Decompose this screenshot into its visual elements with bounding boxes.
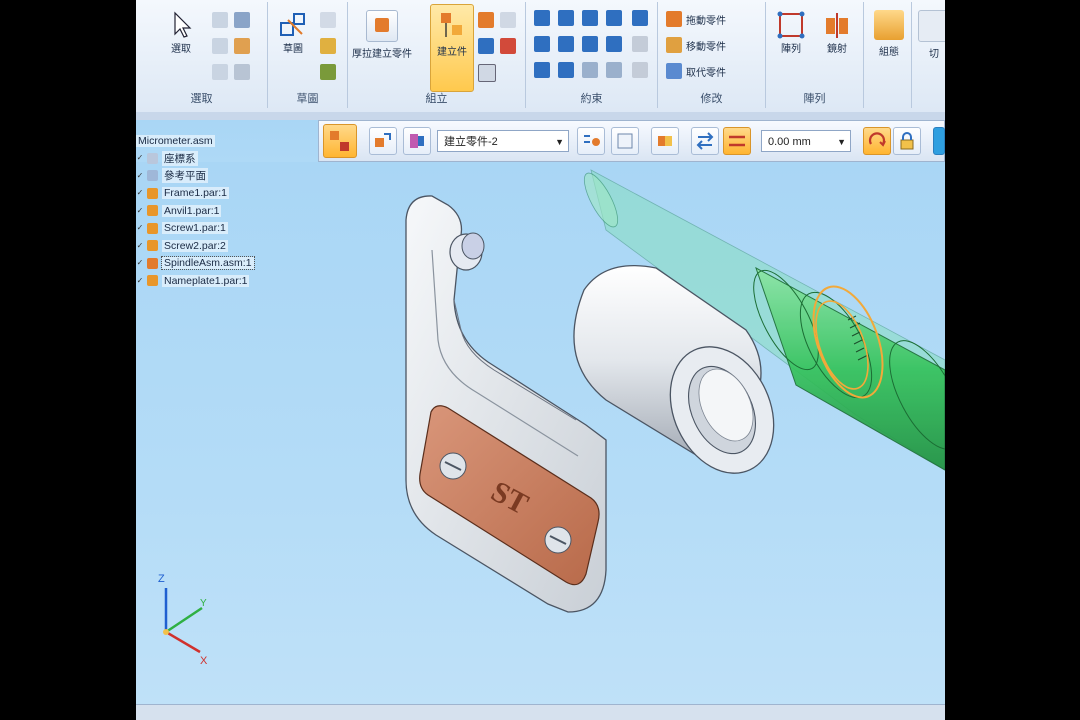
status-bar <box>136 704 945 720</box>
solid-edge-window: 選取 選取 草圖 草圖 厚拉建立零件 建立件 組立 約束 拖動零件 移動零件 取… <box>136 0 945 720</box>
triad-y-label: Y <box>200 598 207 609</box>
triad-x-label: X <box>200 655 208 667</box>
coordinate-triad: Z Y X <box>158 573 208 667</box>
triad-z-label: Z <box>158 573 165 585</box>
anvil-part[interactable] <box>449 232 485 271</box>
model-view: ST Z Y X <box>158 169 945 667</box>
